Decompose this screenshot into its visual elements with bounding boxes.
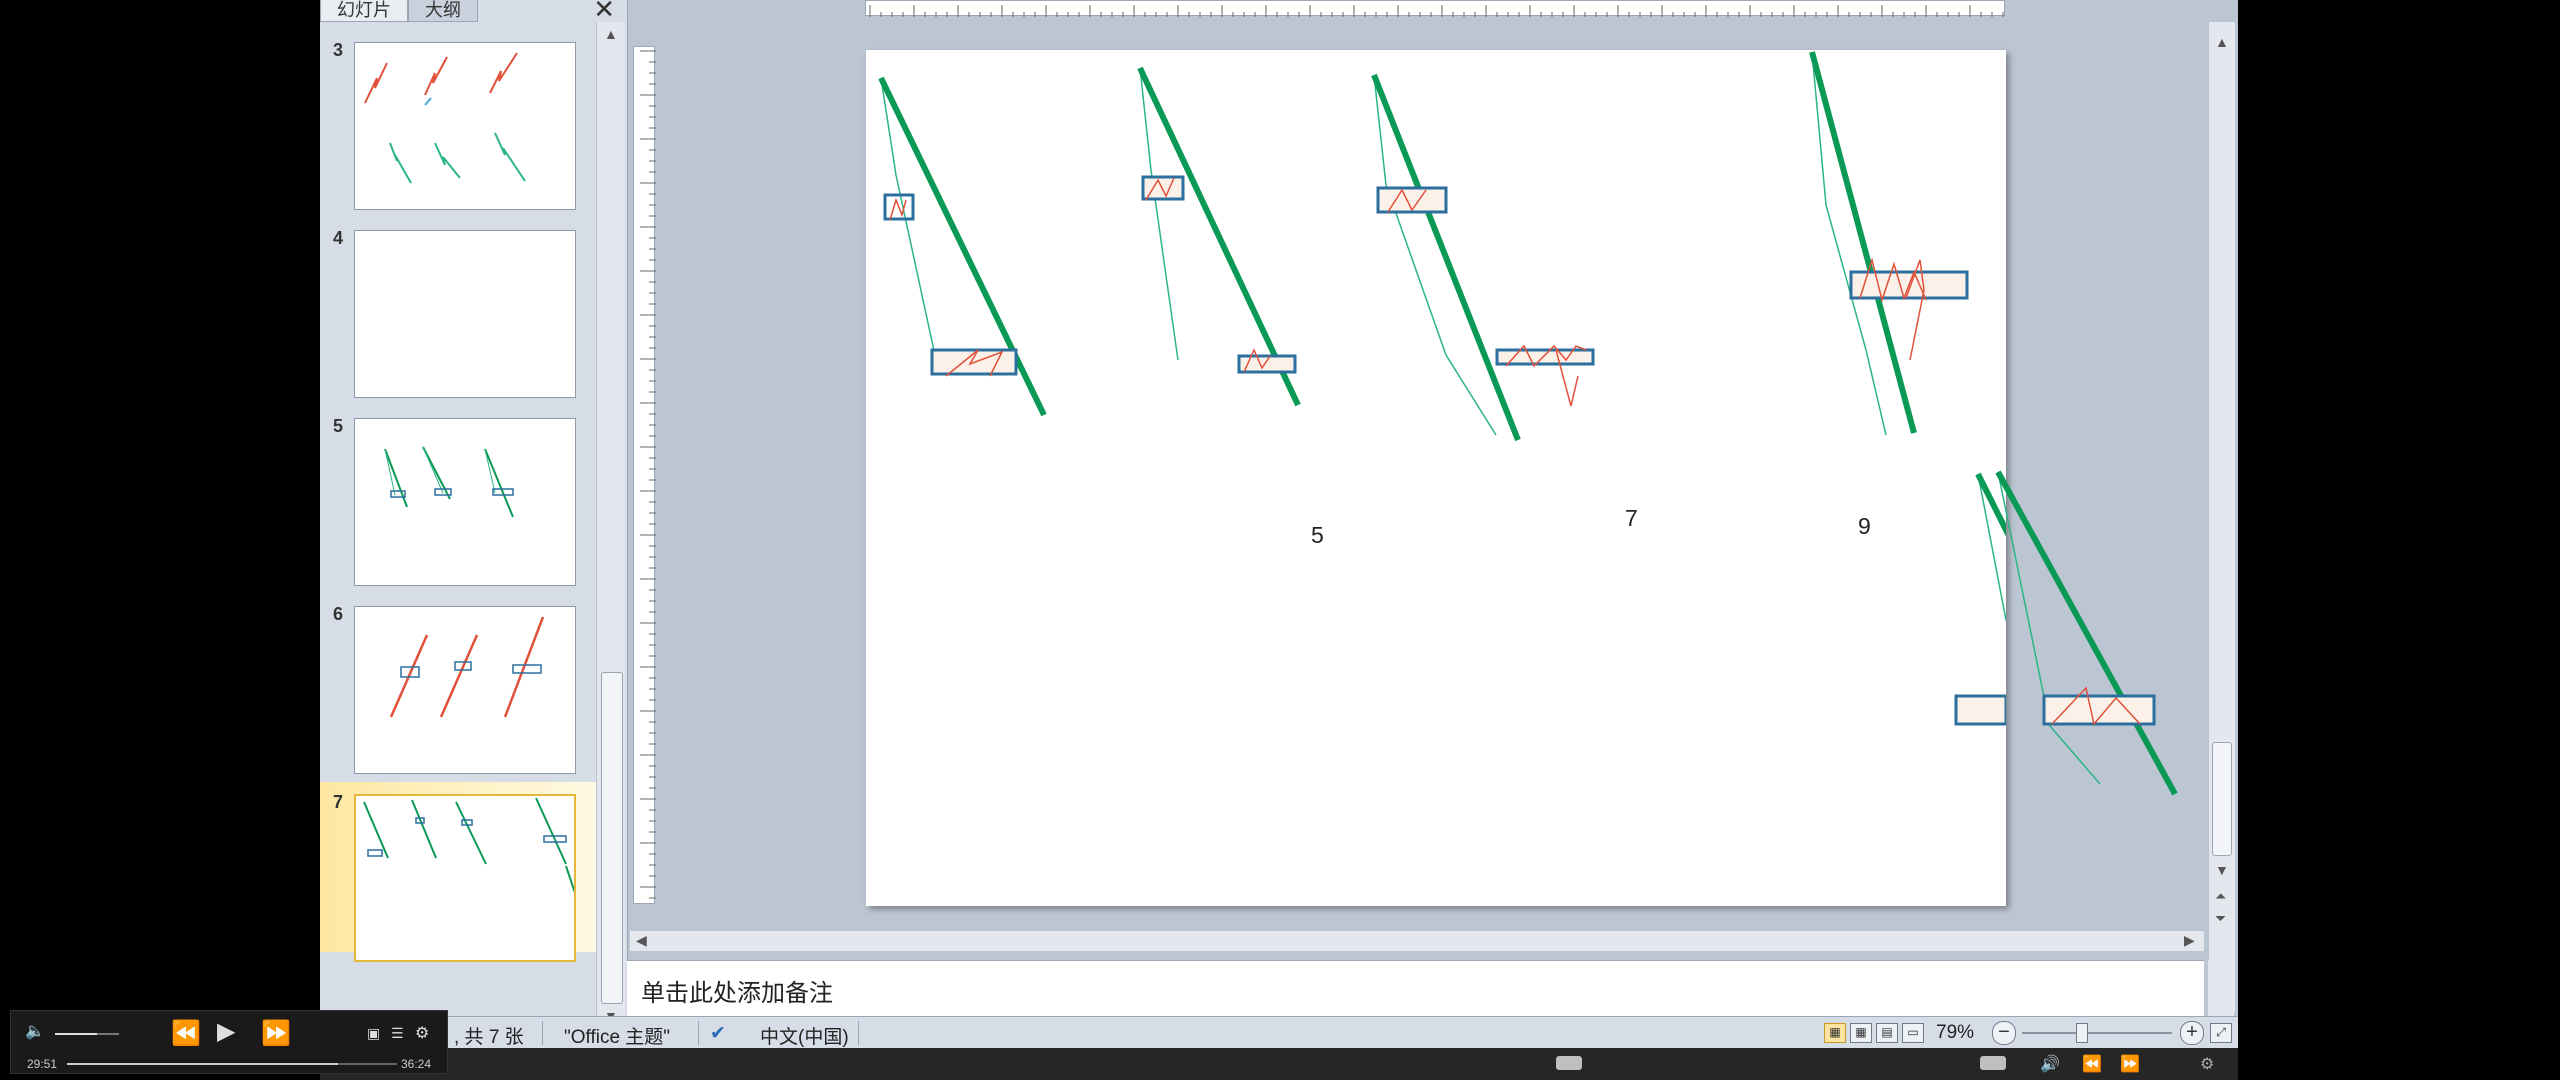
scroll-down-icon[interactable]: ▼ <box>2215 862 2229 878</box>
figure-label-7: 7 <box>1625 505 1638 531</box>
fast-forward-icon[interactable]: ⏩ <box>261 1019 291 1048</box>
zoom-level[interactable]: 79% <box>1936 1022 1974 1044</box>
figure-label-9: 9 <box>1858 513 1871 539</box>
taskbar-handle[interactable] <box>1980 1056 2006 1070</box>
next-slide-icon[interactable]: ⏷ <box>2215 910 2226 927</box>
volume-icon[interactable]: 🔊 <box>2040 1054 2060 1074</box>
slide-number: 6 <box>333 604 344 624</box>
slide-count: , 共 7 张 <box>454 1027 524 1048</box>
volume-icon[interactable]: 🔈 <box>25 1021 45 1041</box>
rewind-icon[interactable]: ⏪ <box>2082 1054 2102 1074</box>
normal-view-icon[interactable]: ▦ <box>1824 1023 1846 1043</box>
media-player: 🔈 ⏪ ▶ ⏩ ▣ ☰ ⚙ 29:51 36:24 <box>10 1010 448 1074</box>
slide-sorter-icon[interactable]: ▦ <box>1850 1023 1872 1043</box>
language[interactable]: 中文(中国) <box>760 1022 849 1049</box>
slide-number: 5 <box>333 416 344 436</box>
zoom-slider[interactable] <box>2022 1032 2172 1034</box>
scroll-left-icon[interactable]: ◀ <box>636 932 647 949</box>
scroll-up-icon[interactable]: ▲ <box>2215 34 2229 50</box>
figure-label-5: 5 <box>1311 522 1324 548</box>
slide-number: 4 <box>333 228 344 248</box>
powerpoint-window: 幻灯片 大纲 ✕ 3 4 5 6 7 ▲ 5 7 9 ▲ ▼ ⏶ ⏷ ◀ ▶ 单… <box>320 0 2238 1080</box>
taskbar-handle[interactable] <box>1556 1056 1582 1070</box>
notes-placeholder: 单击此处添加备注 <box>641 980 833 1007</box>
slide-preview <box>354 42 576 210</box>
zoom-slider-handle[interactable] <box>2076 1023 2088 1043</box>
slide-thumb-7[interactable]: 7 <box>320 782 596 962</box>
slide-preview <box>354 606 576 774</box>
elapsed-time: 29:51 <box>27 1057 58 1071</box>
theme-name[interactable]: "Office 主题" <box>564 1022 670 1049</box>
forward-icon[interactable]: ⏩ <box>2120 1054 2140 1074</box>
reading-view-icon[interactable]: ▤ <box>1876 1023 1898 1043</box>
slide-number: 7 <box>333 792 344 812</box>
notes-scrollbar[interactable] <box>2208 960 2234 1016</box>
slide-scrollbar[interactable]: ▲ ▼ ⏶ ⏷ <box>2208 22 2235 1012</box>
thumbnails-scrollbar[interactable]: ▲ ▼ <box>596 22 625 1027</box>
playlist-icon[interactable]: ☰ <box>391 1025 404 1042</box>
slide-thumb-4[interactable]: 4 <box>320 218 596 398</box>
volume-slider[interactable] <box>55 1033 119 1035</box>
rewind-icon[interactable]: ⏪ <box>171 1019 201 1048</box>
notes-pane[interactable]: 单击此处添加备注 <box>627 960 2204 1017</box>
trend-figure-2 <box>1137 66 1301 407</box>
panel-tabs: 幻灯片 大纲 <box>320 0 627 22</box>
trend-figure-4 <box>1809 51 1969 436</box>
trend-figure-1 <box>878 76 1047 417</box>
slides-panel: 幻灯片 大纲 ✕ 3 4 5 6 7 ▲ <box>320 0 628 1045</box>
total-time: 36:24 <box>401 1057 432 1071</box>
status-bar: , 共 7 张 "Office 主题" ✔ 中文(中国) ▦ ▦ ▤ ▭ 79%… <box>320 1016 2238 1049</box>
scrollbar-thumb[interactable] <box>2212 742 2232 856</box>
vertical-ruler <box>633 46 656 904</box>
fit-to-window-icon[interactable]: ⤢ <box>2210 1023 2232 1043</box>
zoom-in-icon[interactable]: + <box>2180 1021 2204 1045</box>
slide-thumbnails: 3 4 5 6 7 <box>320 22 596 1045</box>
slide-number: 3 <box>333 40 344 60</box>
settings-icon[interactable]: ⚙ <box>2200 1054 2214 1074</box>
horizontal-ruler <box>865 0 2005 17</box>
scrollbar-thumb[interactable] <box>601 672 623 1004</box>
slide-thumb-6[interactable]: 6 <box>320 594 596 774</box>
slide-preview <box>354 230 576 398</box>
tab-slides[interactable]: 幻灯片 <box>320 0 408 22</box>
slide-canvas[interactable]: 5 7 9 <box>866 50 2006 906</box>
slide-thumb-3[interactable]: 3 <box>320 30 596 210</box>
settings-icon[interactable]: ⚙ <box>415 1023 429 1043</box>
previous-slide-icon[interactable]: ⏶ <box>2215 888 2226 905</box>
horizontal-scrollbar[interactable]: ◀ ▶ <box>630 930 2204 951</box>
taskbar: 🔊 ⏪ ⏩ ⚙ <box>320 1048 2238 1080</box>
tab-outline[interactable]: 大纲 <box>408 0 478 22</box>
zoom-out-icon[interactable]: − <box>1992 1021 2016 1045</box>
pip-icon[interactable]: ▣ <box>367 1025 380 1042</box>
trend-figure-3 <box>1371 73 1595 442</box>
scroll-up-icon[interactable]: ▲ <box>604 26 618 42</box>
spellcheck-icon[interactable]: ✔ <box>710 1022 726 1045</box>
seek-bar[interactable] <box>67 1063 397 1065</box>
slide-preview <box>354 794 577 962</box>
slideshow-icon[interactable]: ▭ <box>1902 1023 1924 1043</box>
slide-preview <box>354 418 576 586</box>
play-icon[interactable]: ▶ <box>217 1017 235 1046</box>
slide-thumb-5[interactable]: 5 <box>320 406 596 586</box>
offslide-figure <box>1995 470 2178 796</box>
scroll-right-icon[interactable]: ▶ <box>2184 932 2195 949</box>
